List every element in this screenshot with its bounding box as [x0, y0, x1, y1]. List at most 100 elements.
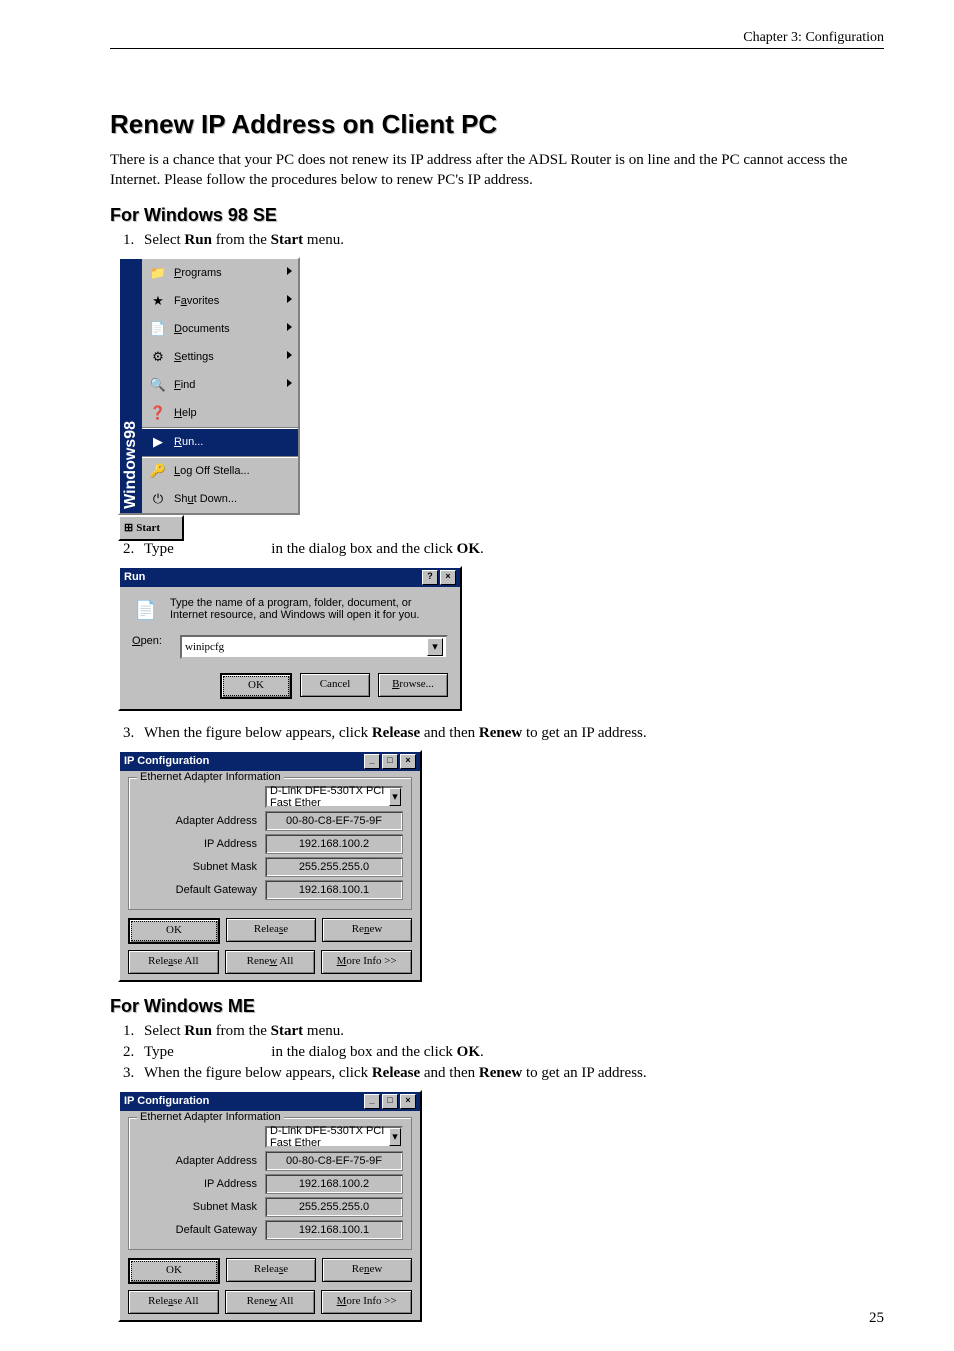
menu-shutdown[interactable]: ⏻ Shut Down...	[142, 485, 298, 513]
dropdown-arrow-icon[interactable]: ▾	[427, 638, 443, 656]
default-gateway-label: Default Gateway	[137, 884, 265, 896]
default-gateway-value: 192.168.100.1	[265, 1220, 403, 1240]
menu-logoff[interactable]: 🔑 Log Off Stella...	[142, 456, 298, 485]
menu-settings[interactable]: ⚙ Settings	[142, 343, 298, 371]
dropdown-arrow-icon[interactable]: ▾	[389, 1128, 401, 1146]
start-button[interactable]: ⊞ Start	[118, 515, 184, 541]
start-sidebar-label: Windows98	[122, 421, 140, 509]
taskbar: ⊞ Start	[118, 515, 296, 541]
open-input[interactable]: winipcfg ▾	[180, 635, 448, 659]
menu-label: Find	[174, 379, 195, 391]
start-menu-sidebar: Windows98	[120, 259, 142, 513]
ipconfig-dialog-me: IP Configuration _ □ × Ethernet Adapter …	[118, 1090, 422, 1322]
more-info-button[interactable]: More Info >>	[321, 1290, 412, 1314]
ok-button[interactable]: OK	[128, 1258, 220, 1284]
run-icon: ▶	[148, 432, 168, 452]
submenu-arrow-icon	[287, 351, 292, 359]
release-button[interactable]: Release	[226, 1258, 316, 1282]
release-all-button[interactable]: Release All	[128, 1290, 219, 1314]
group-title: Ethernet Adapter Information	[137, 1111, 284, 1123]
open-input-value: winipcfg	[185, 641, 224, 653]
run-dialog-icon: 📄	[132, 597, 160, 625]
renew-all-button[interactable]: Renew All	[225, 1290, 316, 1314]
section-winme-title: For Windows ME	[110, 996, 884, 1017]
ethernet-adapter-group: Ethernet Adapter Information D-Link DFE-…	[128, 1117, 412, 1250]
submenu-arrow-icon	[287, 295, 292, 303]
subnet-mask-value: 255.255.255.0	[265, 857, 403, 877]
browse-button[interactable]: Browse...	[378, 673, 448, 697]
open-label: Open:	[132, 635, 170, 647]
ip-address-value: 192.168.100.2	[265, 834, 403, 854]
run-title-text: Run	[124, 571, 145, 583]
minimize-button[interactable]: _	[364, 1094, 380, 1109]
ip-address-label: IP Address	[137, 1178, 265, 1190]
menu-label: Favorites	[174, 295, 219, 307]
settings-icon: ⚙	[148, 347, 168, 367]
help-button[interactable]: ?	[422, 570, 438, 585]
ipconfig-titlebar: IP Configuration _ □ ×	[120, 752, 420, 771]
menu-help[interactable]: ❓ Help	[142, 399, 298, 427]
step-me-1: Select Run from the Start menu.	[138, 1023, 884, 1040]
shutdown-icon: ⏻	[148, 489, 168, 509]
ethernet-adapter-group: Ethernet Adapter Information D-Link DFE-…	[128, 777, 412, 910]
default-gateway-label: Default Gateway	[137, 1224, 265, 1236]
cancel-button[interactable]: Cancel	[300, 673, 370, 697]
release-all-button[interactable]: Release All	[128, 950, 219, 974]
submenu-arrow-icon	[287, 379, 292, 387]
renew-button[interactable]: Renew	[322, 1258, 412, 1282]
menu-label: Help	[174, 407, 197, 419]
logoff-icon: 🔑	[148, 461, 168, 481]
menu-label: Settings	[174, 351, 214, 363]
renew-all-button[interactable]: Renew All	[225, 950, 316, 974]
ipconfig-title-text: IP Configuration	[124, 755, 209, 767]
submenu-arrow-icon	[287, 267, 292, 275]
menu-documents[interactable]: 📄 Documents	[142, 315, 298, 343]
adapter-address-label: Adapter Address	[137, 1155, 265, 1167]
step-98-2: Type in the dialog box and the click OK.	[138, 541, 884, 558]
maximize-button[interactable]: □	[382, 1094, 398, 1109]
adapter-select-value: D-Link DFE-530TX PCI Fast Ether	[270, 1125, 389, 1149]
menu-favorites[interactable]: ★ Favorites	[142, 287, 298, 315]
close-button[interactable]: ×	[400, 754, 416, 769]
adapter-select[interactable]: D-Link DFE-530TX PCI Fast Ether ▾	[265, 786, 403, 808]
help-icon: ❓	[148, 403, 168, 423]
section-win98-title: For Windows 98 SE	[110, 205, 884, 226]
run-titlebar: Run ? ×	[120, 568, 460, 587]
adapter-select-value: D-Link DFE-530TX PCI Fast Ether	[270, 785, 389, 809]
subnet-mask-label: Subnet Mask	[137, 1201, 265, 1213]
intro-paragraph: There is a chance that your PC does not …	[110, 150, 884, 191]
adapter-select[interactable]: D-Link DFE-530TX PCI Fast Ether ▾	[265, 1126, 403, 1148]
renew-button[interactable]: Renew	[322, 918, 412, 942]
step-98-1: Select Run from the Start menu.	[138, 232, 884, 249]
minimize-button[interactable]: _	[364, 754, 380, 769]
more-info-button[interactable]: More Info >>	[321, 950, 412, 974]
subnet-mask-value: 255.255.255.0	[265, 1197, 403, 1217]
group-title: Ethernet Adapter Information	[137, 771, 284, 783]
dropdown-arrow-icon[interactable]: ▾	[389, 788, 401, 806]
run-description: Type the name of a program, folder, docu…	[170, 597, 448, 621]
ipconfig-title-text: IP Configuration	[124, 1095, 209, 1107]
find-icon: 🔍	[148, 375, 168, 395]
maximize-button[interactable]: □	[382, 754, 398, 769]
page-title: Renew IP Address on Client PC	[110, 109, 884, 140]
close-button[interactable]: ×	[440, 570, 456, 585]
page-number: 25	[869, 1310, 884, 1327]
ip-address-value: 192.168.100.2	[265, 1174, 403, 1194]
ok-button[interactable]: OK	[128, 918, 220, 944]
windows-flag-icon: ⊞	[124, 521, 133, 534]
ipconfig-dialog-98: IP Configuration _ □ × Ethernet Adapter …	[118, 750, 422, 982]
close-button[interactable]: ×	[400, 1094, 416, 1109]
programs-icon: 📁	[148, 263, 168, 283]
adapter-address-value: 00-80-C8-EF-75-9F	[265, 811, 403, 831]
ok-button[interactable]: OK	[220, 673, 292, 699]
release-button[interactable]: Release	[226, 918, 316, 942]
step-98-3: When the figure below appears, click Rel…	[138, 725, 884, 742]
menu-label: PProgramsrograms	[174, 267, 222, 279]
menu-label: Log Off Stella...	[174, 465, 250, 477]
menu-programs[interactable]: 📁 PProgramsrograms	[142, 259, 298, 287]
chapter-header: Chapter 3: Configuration	[110, 30, 884, 49]
default-gateway-value: 192.168.100.1	[265, 880, 403, 900]
menu-run[interactable]: ▶ Run...	[142, 427, 298, 456]
favorites-icon: ★	[148, 291, 168, 311]
menu-find[interactable]: 🔍 Find	[142, 371, 298, 399]
